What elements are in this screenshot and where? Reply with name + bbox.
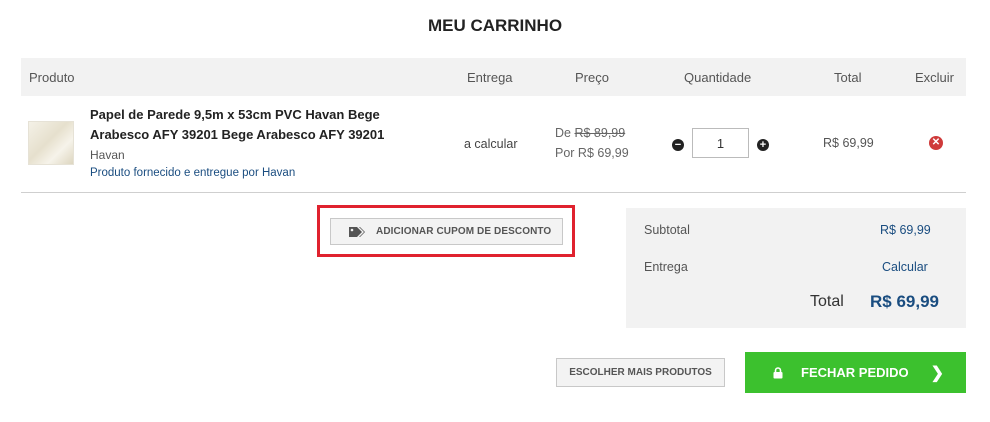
product-thumbnail[interactable] — [28, 121, 74, 165]
header-excluir: Excluir — [915, 70, 955, 85]
plus-circle-icon[interactable]: + — [757, 139, 769, 151]
price-old-prefix: De — [555, 126, 571, 140]
product-name[interactable]: Papel de Parede 9,5m x 53cm PVC Havan Be… — [90, 105, 410, 145]
checkout-button[interactable]: FECHAR PEDIDO ❯ — [745, 352, 966, 393]
subtotal-value: R$ 69,99 — [880, 223, 931, 237]
checkout-label: FECHAR PEDIDO — [801, 365, 909, 380]
lock-icon — [773, 366, 783, 379]
quantity-input[interactable] — [692, 128, 749, 158]
subtotal-label: Subtotal — [644, 223, 690, 237]
total-label: Total — [810, 293, 844, 310]
order-summary: Subtotal R$ 69,99 Entrega Calcular Total… — [626, 208, 966, 328]
total-value: R$ 69,99 — [870, 292, 939, 311]
header-entrega: Entrega — [467, 70, 513, 85]
cart-item-row: Papel de Parede 9,5m x 53cm PVC Havan Be… — [21, 96, 966, 193]
price-new: Por R$ 69,99 — [555, 146, 629, 160]
price-old-value: R$ 89,99 — [574, 126, 626, 140]
header-quantidade: Quantidade — [684, 70, 752, 85]
cart-table-header: Produto Entrega Preço Quantidade Total E… — [21, 58, 966, 96]
choose-more-products-button[interactable]: ESCOLHER MAIS PRODUTOS — [556, 358, 725, 387]
add-coupon-label: ADICIONAR CUPOM DE DESCONTO — [376, 226, 552, 237]
page-title: MEU CARRINHO — [427, 16, 563, 35]
remove-circle-icon[interactable]: ✕ — [929, 136, 943, 150]
item-shipping: a calcular — [464, 137, 518, 151]
item-total: R$ 69,99 — [823, 136, 874, 150]
product-brand: Havan — [90, 148, 125, 162]
header-produto: Produto — [29, 70, 75, 85]
product-seller: Produto fornecido e entregue por Havan — [90, 167, 296, 179]
add-coupon-button[interactable]: ADICIONAR CUPOM DE DESCONTO — [330, 218, 563, 245]
calcular-link[interactable]: Calcular — [882, 260, 928, 274]
header-total: Total — [834, 70, 862, 85]
tags-icon — [348, 226, 366, 238]
header-preco: Preço — [575, 70, 609, 85]
price-old: De R$ 89,99 — [555, 126, 625, 140]
entrega-label: Entrega — [644, 260, 688, 274]
minus-circle-icon[interactable]: − — [672, 139, 684, 151]
chevron-right-icon: ❯ — [930, 365, 944, 382]
